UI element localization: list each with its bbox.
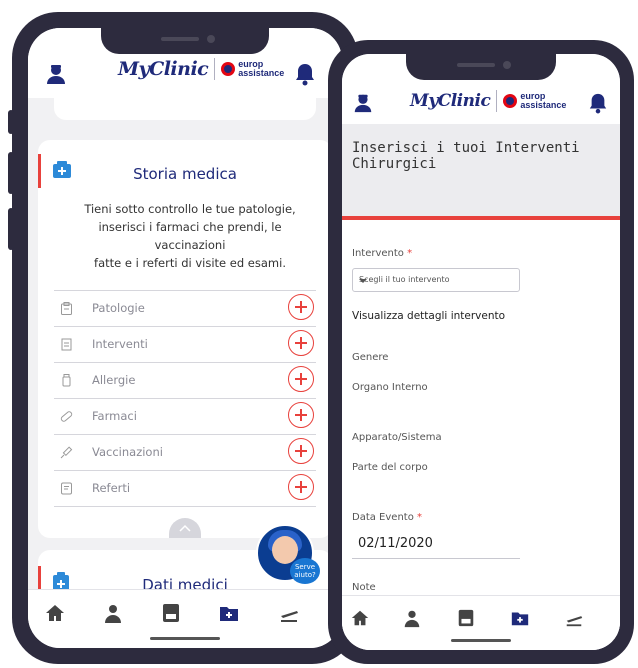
clipboard-icon	[61, 302, 72, 315]
select-placeholder: Scegli il tuo intervento	[359, 275, 450, 284]
note-label: Note	[352, 582, 376, 593]
intervento-label: Intervento *	[352, 248, 412, 259]
item-label: Referti	[92, 481, 131, 495]
list-item-allergie[interactable]: Allergie	[54, 362, 316, 398]
syringe-icon	[60, 446, 73, 459]
help-badge[interactable]: Serve aiuto?	[290, 558, 320, 584]
medical-folder-nav-icon[interactable]	[218, 602, 240, 624]
europ-assistance-icon	[503, 94, 518, 108]
add-referti-button[interactable]	[288, 474, 314, 500]
myclinic-logo: MyClinic europ assistance	[410, 90, 566, 112]
doctor-icon[interactable]	[402, 608, 422, 628]
bell-icon[interactable]	[294, 62, 316, 86]
bottom-nav	[342, 595, 620, 650]
list-item-vaccinazioni[interactable]: Vaccinazioni	[54, 434, 316, 470]
home-icon[interactable]	[350, 608, 370, 628]
bed-icon	[61, 338, 72, 351]
collapse-button[interactable]	[169, 518, 201, 538]
add-interventi-button[interactable]	[288, 330, 314, 356]
description-line: inserisci i farmaci che prendi, le vacci…	[98, 220, 282, 252]
list-item-interventi[interactable]: Interventi	[54, 326, 316, 362]
left-screen: MyClinic europ assistance Storia medica …	[28, 28, 342, 648]
form-header: Inserisci i tuoi Interventi Chirurgici	[342, 124, 620, 218]
logo-brand: MyClinic	[118, 58, 209, 80]
travel-icon[interactable]	[278, 602, 300, 624]
travel-icon[interactable]	[564, 608, 584, 628]
intervento-select[interactable]: Scegli il tuo intervento	[352, 268, 520, 292]
apparato-label: Apparato/Sistema	[352, 432, 442, 443]
side-button	[8, 152, 14, 194]
medical-record-icon[interactable]	[456, 608, 476, 628]
jar-icon	[62, 374, 71, 387]
doctor-icon[interactable]	[102, 602, 124, 624]
data-evento-label: Data Evento *	[352, 512, 422, 523]
list-item-farmaci[interactable]: Farmaci	[54, 398, 316, 434]
item-label: Farmaci	[92, 409, 137, 423]
logo-partner-line2: assistance	[238, 68, 285, 78]
add-farmaci-button[interactable]	[288, 402, 314, 428]
medical-folder-nav-icon[interactable]	[510, 608, 530, 628]
bottom-nav	[28, 589, 342, 648]
form-body: Intervento * Scegli il tuo intervento Vi…	[342, 220, 620, 650]
card-title: Storia medica	[133, 165, 237, 183]
report-icon	[61, 482, 72, 495]
add-patologie-button[interactable]	[288, 294, 314, 320]
card-description: Tieni sotto controllo le tue patologie, …	[68, 200, 312, 272]
user-icon[interactable]	[352, 92, 374, 114]
storia-list: Patologie Interventi Allergie Farmaci Va…	[54, 290, 316, 507]
item-label: Vaccinazioni	[92, 445, 163, 459]
add-allergie-button[interactable]	[288, 366, 314, 392]
item-label: Interventi	[92, 337, 148, 351]
left-phone: MyClinic europ assistance Storia medica …	[8, 12, 358, 664]
add-vaccinazioni-button[interactable]	[288, 438, 314, 464]
description-line: fatte e i referti di visite ed esami.	[94, 256, 286, 270]
genere-label: Genere	[352, 352, 389, 363]
top-card	[54, 94, 316, 120]
organo-label: Organo Interno	[352, 382, 428, 393]
description-line: Tieni sotto controllo le tue patologie,	[84, 202, 296, 216]
myclinic-logo: MyClinic europ assistance	[118, 58, 284, 80]
required-mark: *	[417, 512, 423, 523]
chevron-up-icon	[179, 524, 191, 532]
item-label: Patologie	[92, 301, 145, 315]
europ-assistance-icon	[221, 62, 236, 76]
right-phone: MyClinic europ assistance Inserisci i tu…	[328, 40, 634, 664]
notch	[406, 54, 556, 80]
home-indicator	[451, 639, 511, 642]
input-underline	[352, 558, 520, 559]
notch	[101, 28, 269, 54]
item-label: Allergie	[92, 373, 136, 387]
bell-icon[interactable]	[588, 92, 608, 114]
form-title-line: Chirurgici	[352, 156, 437, 172]
chevron-down-icon	[359, 279, 367, 283]
side-button	[8, 208, 14, 250]
required-mark: *	[407, 248, 413, 259]
home-icon[interactable]	[44, 602, 66, 624]
logo-partner-line2: assistance	[520, 100, 567, 110]
list-item-referti[interactable]: Referti	[54, 470, 316, 507]
storia-medica-card: Storia medica Tieni sotto controllo le t…	[38, 140, 332, 538]
details-link[interactable]: Visualizza dettagli intervento	[352, 310, 505, 322]
label-text: Data Evento	[352, 512, 414, 523]
logo-brand: MyClinic	[410, 91, 491, 111]
form-title-line: Inserisci i tuoi Interventi	[352, 140, 580, 156]
medical-record-icon[interactable]	[160, 602, 182, 624]
home-indicator	[150, 637, 220, 640]
pill-icon	[60, 411, 73, 422]
user-icon[interactable]	[44, 62, 68, 86]
help-line2: aiuto?	[294, 571, 316, 579]
parte-corpo-label: Parte del corpo	[352, 462, 428, 473]
right-screen: MyClinic europ assistance Inserisci i tu…	[342, 54, 620, 650]
list-item-patologie[interactable]: Patologie	[54, 290, 316, 326]
help-line1: Serve	[294, 563, 316, 571]
form-title: Inserisci i tuoi Interventi Chirurgici	[352, 140, 610, 172]
label-text: Intervento	[352, 248, 404, 259]
data-evento-input[interactable]: 02/11/2020	[358, 536, 433, 551]
side-button	[8, 110, 14, 134]
